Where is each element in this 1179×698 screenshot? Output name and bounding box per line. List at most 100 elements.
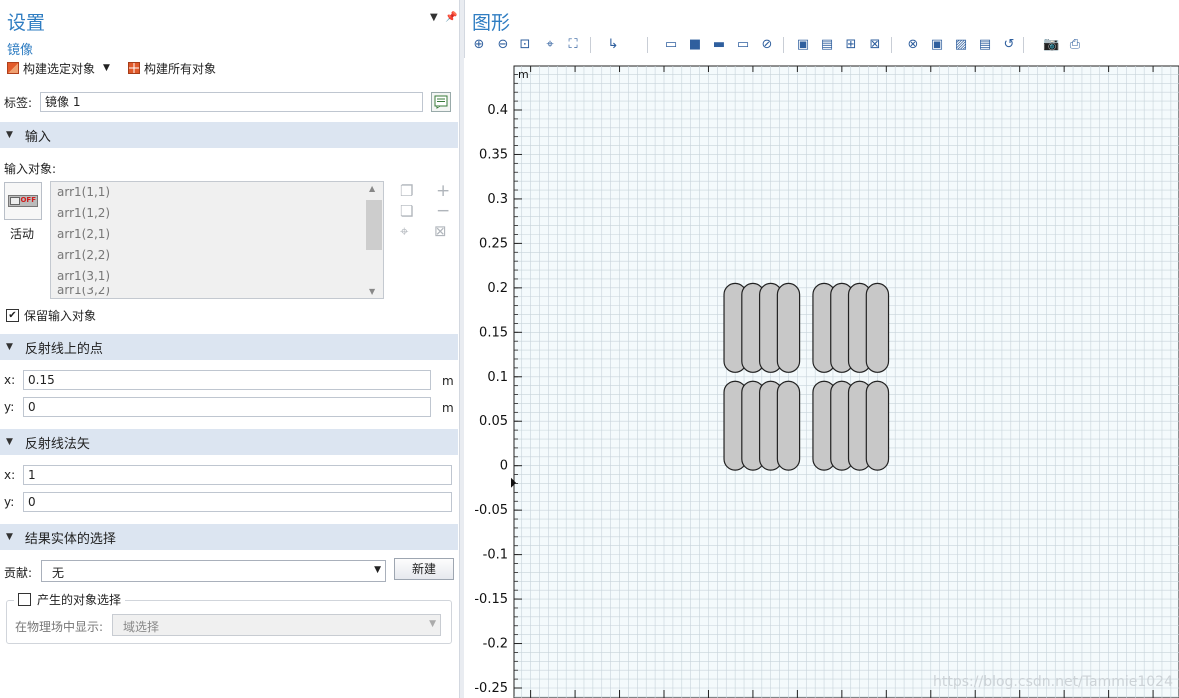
view-hidden-icon[interactable]: ▨ <box>953 37 969 53</box>
zoom-out-icon[interactable]: ⊖ <box>495 37 511 53</box>
point-y-input[interactable]: 0 <box>23 397 431 417</box>
build-selected-dropdown-icon[interactable]: ▼ <box>103 63 110 73</box>
show-in-physics-value: 域选择 <box>123 620 160 634</box>
geometry-plot[interactable]: 0.4 0.35 0.3 0.25 0.2 0.15 0.1 0.05 0 -0.05 -0.1 -0… <box>464 58 1179 698</box>
pin-icon[interactable]: 📌 <box>445 12 457 23</box>
list-item[interactable]: arr1(2,1) <box>51 224 383 245</box>
add-icon[interactable]: + <box>436 181 450 201</box>
panel-menu-icon[interactable]: ▼ <box>430 12 438 23</box>
input-objects-label: 输入对象: <box>4 162 57 176</box>
y-tick-label: 0.2 <box>487 281 508 296</box>
scroll-thumb[interactable] <box>366 200 382 250</box>
new-button[interactable]: 新建 <box>394 558 454 580</box>
undo-icon[interactable]: ↺ <box>1001 37 1017 53</box>
settings-panel: 设置 ▼ 📌 镜像 构建选定对象 ▼ 构建所有对象 标签: 镜像 1 ▼ 输入 … <box>0 0 459 698</box>
zoom-to-selection-icon[interactable]: ⌖ <box>400 222 408 240</box>
geometry-domain[interactable] <box>865 282 890 373</box>
select-domain-icon[interactable]: ■ <box>687 37 703 53</box>
copy-icon[interactable]: ❐ <box>400 182 413 200</box>
zoom-selected-icon[interactable]: ⌖ <box>542 37 558 53</box>
contribute-value: 无 <box>52 566 65 580</box>
toggle-state-text: OFF <box>20 196 36 204</box>
point-y-row: y: 0 <box>4 396 431 418</box>
y-tick-label: 0 <box>500 459 508 474</box>
graphics-toolbar: ⊕ ⊖ ⊡ ⌖ ⛶ ↳ ▭ ■ ▬ ▭ ⊘ ▣ ▤ ⊞ ⊠ ⊗ ▣ ▨ ▤ ↺ 📷 ⎙ <box>465 34 1179 56</box>
y-tick-label: -0.15 <box>474 592 508 607</box>
zoom-extents-icon[interactable]: ⛶ <box>565 37 581 53</box>
section-selection-title: 结果实体的选择 <box>24 531 116 547</box>
graphics-canvas[interactable]: 0.4 0.35 0.3 0.25 0.2 0.15 0.1 0.05 0 -0.05 -0.1 -0… <box>464 58 1179 698</box>
build-selected-button[interactable]: 构建选定对象 <box>23 60 95 77</box>
select-boundary-icon[interactable]: ▬ <box>711 37 727 53</box>
build-all-button[interactable]: 构建所有对象 <box>144 60 216 77</box>
select-point-icon[interactable]: ▭ <box>735 37 751 53</box>
scroll-down-icon[interactable]: ▼ <box>369 287 375 296</box>
input-objects-list[interactable]: arr1(1,1) arr1(1,2) arr1(2,1) arr1(2,2) … <box>50 181 384 299</box>
comment-icon[interactable] <box>431 92 451 112</box>
contribute-label: 贡献: <box>4 566 33 580</box>
build-selected-icon[interactable] <box>7 62 19 74</box>
list-item[interactable]: arr1(2,2) <box>51 245 383 266</box>
show-all-icon[interactable]: ▣ <box>929 37 945 53</box>
list-scrollbar[interactable]: ▲ ▼ <box>365 182 383 298</box>
list-item[interactable]: arr1(1,1) <box>51 182 383 203</box>
generated-selection-label: 产生的对象选择 <box>37 593 122 607</box>
axis-orientation-icon[interactable]: ↳ <box>605 37 621 53</box>
scroll-up-icon[interactable]: ▲ <box>369 184 375 193</box>
clear-selection-icon[interactable]: ⊠ <box>867 37 883 53</box>
label-input[interactable]: 镜像 1 <box>40 92 423 112</box>
build-all-icon[interactable]: ▤ <box>819 37 835 53</box>
clear-selection-icon[interactable]: ⊠ <box>434 222 447 240</box>
y-tick-label: 0.35 <box>479 147 508 162</box>
section-normal-header[interactable]: ▼ 反射线法矢 <box>0 429 458 455</box>
y-tick-label: 0.3 <box>487 192 508 207</box>
point-x-label: x: <box>4 373 16 387</box>
section-input-header[interactable]: ▼ 输入 <box>0 122 458 148</box>
unit-label: m <box>518 68 529 81</box>
print-icon[interactable]: ⎙ <box>1067 37 1083 53</box>
build-selected-icon[interactable]: ▣ <box>795 37 811 53</box>
normal-x-input[interactable]: 1 <box>23 465 452 485</box>
active-toggle-button[interactable]: OFF <box>4 182 42 220</box>
geometry-domain[interactable] <box>776 380 801 471</box>
list-item[interactable]: arr1(1,2) <box>51 203 383 224</box>
reset-hiding-icon[interactable]: ▤ <box>977 37 993 53</box>
point-x-input[interactable]: 0.15 <box>23 370 431 390</box>
toggle-switch-icon: OFF <box>8 195 38 207</box>
y-tick-label: 0.15 <box>479 325 508 340</box>
zoom-window-icon[interactable]: ⊞ <box>843 37 859 53</box>
build-all-icon[interactable] <box>127 62 140 74</box>
generated-selection-checkbox[interactable] <box>18 593 31 606</box>
build-toolbar: 构建选定对象 ▼ 构建所有对象 <box>7 60 216 76</box>
keep-input-label: 保留输入对象 <box>24 309 97 323</box>
select-none-icon[interactable]: ⊘ <box>759 37 775 53</box>
collapse-icon: ▼ <box>6 532 13 542</box>
list-item[interactable]: arr1(3,2) <box>51 287 383 297</box>
screenshot-icon[interactable]: 📷 <box>1043 37 1059 53</box>
geometry-domain[interactable] <box>865 380 890 471</box>
chevron-down-icon: ▼ <box>374 565 381 575</box>
contribute-select[interactable]: 无 ▼ <box>41 560 386 582</box>
normal-y-input[interactable]: 0 <box>23 492 452 512</box>
zoom-box-icon[interactable]: ⊡ <box>517 37 533 53</box>
remove-icon[interactable]: − <box>436 201 450 221</box>
show-in-physics-select[interactable]: 域选择 ▼ <box>112 614 441 636</box>
select-object-icon[interactable]: ▭ <box>663 37 679 53</box>
watermark: https://blog.csdn.net/Tammie1024 <box>933 674 1173 690</box>
section-selection-header[interactable]: ▼ 结果实体的选择 <box>0 524 458 550</box>
zoom-in-icon[interactable]: ⊕ <box>471 37 487 53</box>
y-tick-label: -0.2 <box>483 637 508 652</box>
section-point-header[interactable]: ▼ 反射线上的点 <box>0 334 458 360</box>
feature-name: 镜像 <box>7 43 34 58</box>
keep-input-checkbox[interactable]: ✔ <box>6 309 19 322</box>
point-x-unit: m <box>442 374 454 388</box>
toolbar-separator <box>783 37 784 53</box>
hide-icon[interactable]: ⊗ <box>905 37 921 53</box>
keep-input-row: ✔ 保留输入对象 <box>6 307 96 324</box>
collapse-icon: ▼ <box>6 437 13 447</box>
list-item[interactable]: arr1(3,1) <box>51 266 383 287</box>
label-row: 标签: 镜像 1 <box>4 91 454 113</box>
toolbar-separator <box>647 37 648 53</box>
geometry-domain[interactable] <box>776 282 801 373</box>
paste-icon[interactable]: ❏ <box>400 202 413 220</box>
